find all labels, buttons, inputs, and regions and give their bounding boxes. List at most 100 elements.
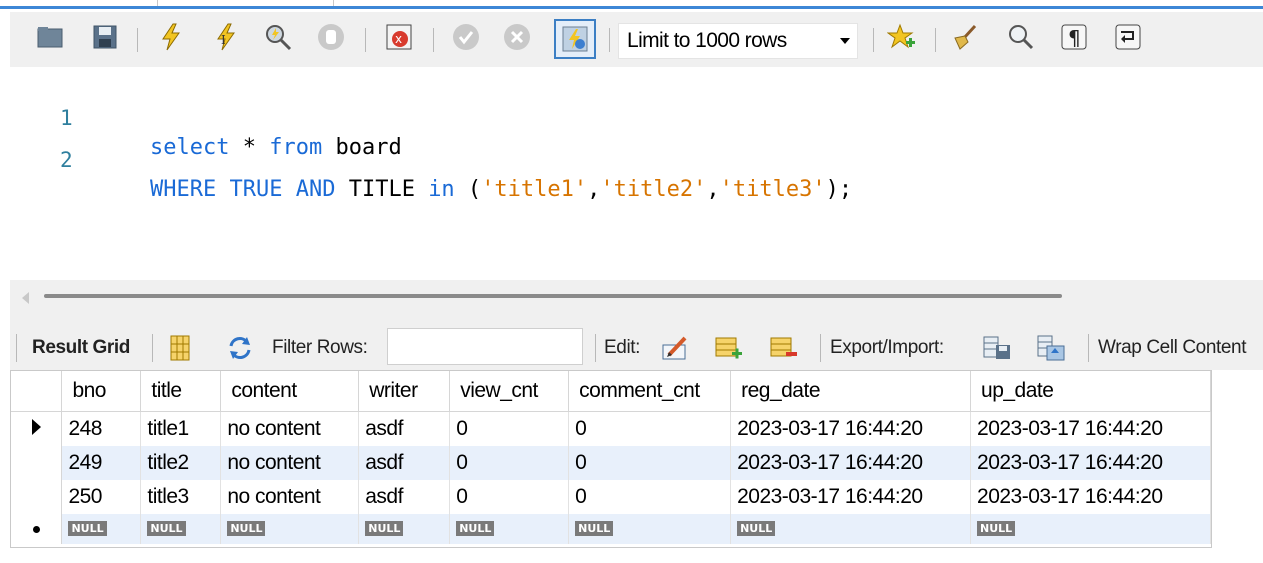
- inactive-tab[interactable]: [157, 0, 334, 6]
- execute-icon[interactable]: [155, 21, 187, 53]
- toggle-error-icon[interactable]: x: [383, 21, 415, 53]
- code-token: TITLE: [335, 177, 429, 202]
- code-token: (: [454, 177, 482, 202]
- table-cell[interactable]: 250: [61, 480, 142, 514]
- wrap-cell-content-label[interactable]: Wrap Cell Content: [1098, 337, 1246, 359]
- scrollbar-thumb[interactable]: [44, 294, 1062, 298]
- limit-rows-select[interactable]: Limit to 1000 rows: [618, 23, 858, 59]
- table-cell[interactable]: title2: [140, 446, 222, 480]
- column-header[interactable]: bno: [61, 371, 142, 412]
- import-icon[interactable]: [1034, 331, 1068, 365]
- autocommit-icon[interactable]: [554, 19, 596, 59]
- table-row[interactable]: 250 title3 no content asdf 0 0 2023-03-1…: [11, 480, 1211, 514]
- table-cell[interactable]: NULL: [449, 514, 570, 544]
- result-grid-tab[interactable]: Result Grid: [32, 337, 130, 359]
- table-cell[interactable]: NULL: [970, 514, 1211, 544]
- invisible-chars-icon[interactable]: ¶: [1058, 21, 1090, 53]
- toolbar-separator: [595, 334, 596, 362]
- execute-current-icon[interactable]: I: [210, 21, 242, 53]
- editor-line: 2 WHERE TRUE AND TITLE in ('title1','tit…: [10, 115, 852, 202]
- code-token: select: [150, 135, 230, 160]
- filter-rows-input[interactable]: [387, 328, 583, 365]
- open-folder-icon[interactable]: [34, 21, 66, 53]
- save-icon[interactable]: [89, 21, 121, 53]
- table-cell[interactable]: 0: [568, 446, 732, 480]
- table-cell[interactable]: title1: [140, 411, 222, 446]
- table-cell[interactable]: 2023-03-17 16:44:20: [730, 480, 972, 514]
- column-header[interactable]: comment_cnt: [568, 371, 732, 412]
- delete-row-icon[interactable]: [766, 331, 800, 365]
- toolbar-separator: [935, 28, 936, 52]
- edit-row-icon[interactable]: [658, 331, 692, 365]
- null-badge: NULL: [456, 521, 495, 536]
- export-icon[interactable]: [980, 331, 1014, 365]
- table-cell[interactable]: 2023-03-17 16:44:20: [970, 411, 1211, 446]
- column-header[interactable]: title: [140, 371, 222, 412]
- table-row[interactable]: 249 title2 no content asdf 0 0 2023-03-1…: [11, 446, 1211, 480]
- scroll-left-icon[interactable]: [22, 292, 29, 304]
- toolbar-separator: [137, 28, 138, 52]
- refresh-icon[interactable]: [223, 331, 257, 365]
- table-cell[interactable]: title3: [140, 480, 222, 514]
- table-cell[interactable]: no content: [220, 446, 360, 480]
- table-cell[interactable]: NULL: [730, 514, 972, 544]
- code-line: WHERE TRUE AND TITLE in ('title1','title…: [150, 175, 852, 205]
- grid-layout-icon[interactable]: [163, 331, 197, 365]
- table-cell[interactable]: NULL: [220, 514, 360, 544]
- toolbar-separator: [1088, 334, 1089, 362]
- result-table: bno title content writer view_cnt commen…: [11, 371, 1211, 544]
- table-cell[interactable]: 0: [568, 480, 732, 514]
- table-cell[interactable]: 2023-03-17 16:44:20: [970, 446, 1211, 480]
- sql-editor-toolbar: I x Limit to 1000 rows ¶: [10, 12, 1263, 67]
- explain-icon[interactable]: [262, 21, 294, 53]
- table-cell[interactable]: 248: [61, 411, 142, 446]
- new-row[interactable]: NULL NULL NULL NULL NULL NULL NULL NULL: [11, 514, 1211, 544]
- row-selector[interactable]: [11, 411, 63, 446]
- row-selector[interactable]: [11, 480, 63, 514]
- column-header[interactable]: view_cnt: [449, 371, 570, 412]
- table-cell[interactable]: asdf: [358, 446, 451, 480]
- row-selector[interactable]: [11, 446, 63, 480]
- toolbar-separator: [873, 28, 874, 52]
- table-cell[interactable]: 0: [568, 411, 732, 446]
- beautify-icon[interactable]: [950, 21, 982, 53]
- table-cell[interactable]: asdf: [358, 411, 451, 446]
- export-import-label: Export/Import:: [830, 337, 944, 358]
- table-cell[interactable]: NULL: [568, 514, 732, 544]
- table-cell[interactable]: no content: [220, 411, 360, 446]
- table-cell[interactable]: asdf: [358, 480, 451, 514]
- code-token: WHERE: [150, 177, 217, 202]
- table-cell[interactable]: 0: [449, 446, 570, 480]
- editor-horizontal-scrollbar[interactable]: [10, 280, 1263, 314]
- table-cell[interactable]: 2023-03-17 16:44:20: [730, 411, 972, 446]
- table-row[interactable]: 248 title1 no content asdf 0 0 2023-03-1…: [11, 411, 1211, 446]
- toolbar-separator: [820, 334, 821, 362]
- table-cell[interactable]: 0: [449, 411, 570, 446]
- toolbar-separator: [433, 28, 434, 52]
- find-icon[interactable]: [1004, 21, 1036, 53]
- table-cell[interactable]: NULL: [61, 514, 142, 544]
- table-cell[interactable]: 249: [61, 446, 142, 480]
- column-header[interactable]: writer: [358, 371, 451, 412]
- column-header[interactable]: content: [220, 371, 360, 412]
- column-header[interactable]: up_date: [970, 371, 1211, 412]
- add-row-icon[interactable]: [711, 331, 745, 365]
- filter-rows-label: Filter Rows:: [272, 337, 368, 358]
- table-cell[interactable]: 2023-03-17 16:44:20: [730, 446, 972, 480]
- column-header[interactable]: reg_date: [730, 371, 972, 412]
- table-cell[interactable]: NULL: [358, 514, 451, 544]
- result-grid[interactable]: bno title content writer view_cnt commen…: [10, 370, 1212, 548]
- add-snippet-icon[interactable]: [886, 21, 918, 53]
- sql-editor[interactable]: 1 select * from board 2 WHERE TRUE AND T…: [10, 67, 1263, 280]
- rollback-icon[interactable]: [501, 21, 533, 53]
- stop-icon[interactable]: [315, 21, 347, 53]
- row-selector[interactable]: [11, 514, 63, 544]
- editor-line: 1 select * from board: [10, 73, 402, 160]
- wrap-icon[interactable]: [1112, 21, 1144, 53]
- table-cell[interactable]: 0: [449, 480, 570, 514]
- table-cell[interactable]: no content: [220, 480, 360, 514]
- table-cell[interactable]: 2023-03-17 16:44:20: [970, 480, 1211, 514]
- table-cell[interactable]: NULL: [140, 514, 222, 544]
- commit-icon[interactable]: [450, 21, 482, 53]
